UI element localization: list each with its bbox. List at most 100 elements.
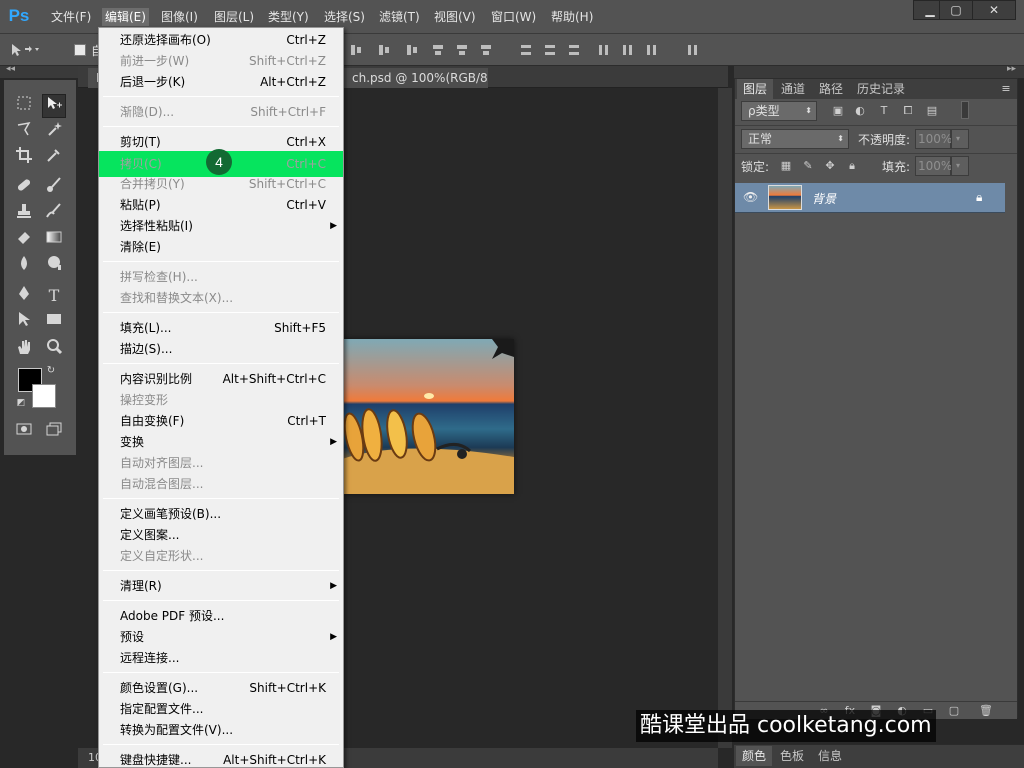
- tab-paths[interactable]: 路径: [813, 79, 849, 99]
- type-tool-icon[interactable]: T: [42, 284, 66, 308]
- screen-mode-icon[interactable]: [42, 420, 66, 444]
- brush-tool-icon[interactable]: [42, 176, 66, 200]
- fill-label: 填充:: [882, 160, 911, 174]
- lock-transparent-pixels-icon[interactable]: ▦: [779, 159, 793, 173]
- filter-type-icon[interactable]: T: [877, 104, 891, 118]
- dodge-tool-icon[interactable]: [42, 254, 66, 278]
- menu-layer[interactable]: 图层(L): [211, 8, 257, 26]
- menu-item-presets[interactable]: 预设 ▶: [99, 627, 343, 648]
- move-tool-preset-icon[interactable]: [8, 42, 48, 58]
- menu-item-fill[interactable]: 填充(L)... Shift+F5: [99, 318, 343, 339]
- layer-row-background[interactable]: 👁︎ 背景 🔒︎: [735, 183, 1005, 213]
- opacity-input[interactable]: 100%: [915, 129, 952, 149]
- menu-item-keyboard-shortcuts[interactable]: 键盘快捷键... Alt+Shift+Ctrl+K: [99, 750, 343, 768]
- menu-item-content-aware-scale[interactable]: 内容识别比例 Alt+Shift+Ctrl+C: [99, 369, 343, 390]
- menu-image[interactable]: 图像(I): [158, 8, 201, 26]
- magic-wand-tool-icon[interactable]: [42, 120, 66, 144]
- blur-tool-icon[interactable]: [12, 254, 36, 278]
- menu-filter[interactable]: 滤镜(T): [376, 8, 423, 26]
- lock-image-pixels-icon[interactable]: ✎: [801, 159, 815, 173]
- layer-name[interactable]: 背景: [812, 190, 836, 207]
- maximize-button[interactable]: ▢: [939, 0, 973, 20]
- clone-stamp-tool-icon[interactable]: [12, 202, 36, 226]
- filter-pixel-icon[interactable]: ▣: [831, 104, 845, 118]
- marquee-tool-icon[interactable]: [12, 94, 36, 118]
- background-color-swatch[interactable]: [32, 384, 56, 408]
- menu-item-free-transform[interactable]: 自由变换(F) Ctrl+T: [99, 411, 343, 432]
- eraser-tool-icon[interactable]: [12, 228, 36, 252]
- opacity-dropdown-arrow-icon[interactable]: ▾: [951, 129, 969, 149]
- menu-window[interactable]: 窗口(W): [488, 8, 539, 26]
- panel-menu-icon[interactable]: ≡: [999, 82, 1013, 96]
- menu-item-transform[interactable]: 变换 ▶: [99, 432, 343, 453]
- align-distribute-icons[interactable]: [345, 42, 720, 58]
- tab-layers[interactable]: 图层: [737, 79, 774, 99]
- tab-channels[interactable]: 通道: [775, 79, 811, 99]
- rectangle-tool-icon[interactable]: [42, 310, 66, 334]
- swap-colors-icon[interactable]: ↻: [44, 364, 58, 378]
- tools-collapse-bar[interactable]: ◂◂: [0, 64, 78, 78]
- move-tool-icon[interactable]: [42, 94, 66, 118]
- filter-adjustment-icon[interactable]: ◐: [853, 104, 867, 118]
- menu-help[interactable]: 帮助(H): [548, 8, 596, 26]
- photoshop-logo: Ps: [8, 6, 30, 25]
- blend-mode-dropdown[interactable]: 正常 ⬍: [741, 129, 849, 149]
- menu-item-color-settings[interactable]: 颜色设置(G)... Shift+Ctrl+K: [99, 678, 343, 699]
- quick-mask-icon[interactable]: [12, 420, 36, 444]
- fill-input[interactable]: 100%: [915, 156, 952, 176]
- menu-item-paste-special[interactable]: 选择性粘贴(I) ▶: [99, 216, 343, 237]
- gradient-tool-icon[interactable]: [42, 228, 66, 252]
- menu-item-stroke[interactable]: 描边(S)...: [99, 339, 343, 360]
- filter-shape-icon[interactable]: ⧠: [901, 104, 915, 118]
- tab-swatches[interactable]: 色板: [774, 746, 810, 766]
- filter-toggle[interactable]: [961, 101, 969, 119]
- default-colors-icon[interactable]: ◩: [14, 396, 28, 410]
- menu-item-define-brush[interactable]: 定义画笔预设(B)...: [99, 504, 343, 525]
- panels-collapse-bar[interactable]: ▸▸: [734, 64, 1024, 78]
- menu-item-purge[interactable]: 清理(R) ▶: [99, 576, 343, 597]
- menu-view[interactable]: 视图(V): [431, 8, 479, 26]
- menu-item-undo[interactable]: 还原选择画布(O) Ctrl+Z: [99, 30, 343, 51]
- menu-item-step-backward[interactable]: 后退一步(K) Alt+Ctrl+Z: [99, 72, 343, 93]
- menu-separator: [103, 600, 339, 601]
- lock-position-icon[interactable]: ✥: [823, 159, 837, 173]
- eyedropper-tool-icon[interactable]: [42, 146, 66, 170]
- filter-smart-object-icon[interactable]: ▤: [925, 104, 939, 118]
- lasso-tool-icon[interactable]: [12, 120, 36, 144]
- menu-item-clear[interactable]: 清除(E): [99, 237, 343, 258]
- lock-all-icon[interactable]: 🔒︎: [845, 159, 859, 173]
- menu-type[interactable]: 类型(Y): [265, 8, 312, 26]
- hand-tool-icon[interactable]: [12, 338, 36, 362]
- auto-select-checkbox[interactable]: [74, 44, 86, 56]
- tab-history[interactable]: 历史记录: [851, 79, 911, 99]
- path-selection-tool-icon[interactable]: [12, 310, 36, 334]
- submenu-arrow-icon: ▶: [330, 581, 337, 591]
- menu-item-copy-merged: 合并拷贝(Y) Shift+Ctrl+C: [120, 177, 326, 191]
- menu-item-define-pattern[interactable]: 定义图案...: [99, 525, 343, 546]
- layer-visibility-eye-icon[interactable]: 👁︎: [743, 190, 758, 204]
- new-layer-icon[interactable]: ▢: [947, 704, 961, 718]
- crop-tool-icon[interactable]: [12, 146, 36, 170]
- close-window-button[interactable]: ✕: [972, 0, 1016, 20]
- healing-brush-tool-icon[interactable]: [12, 176, 36, 200]
- fill-dropdown-arrow-icon[interactable]: ▾: [951, 156, 969, 176]
- delete-layer-icon[interactable]: 🗑︎: [979, 704, 993, 718]
- menu-item-pdf-presets[interactable]: Adobe PDF 预设...: [99, 606, 343, 627]
- tab-info[interactable]: 信息: [812, 746, 848, 766]
- submenu-arrow-icon: ▶: [330, 221, 337, 231]
- zoom-tool-icon[interactable]: [42, 338, 66, 362]
- tab-color[interactable]: 颜色: [736, 746, 773, 766]
- menu-item-paste[interactable]: 粘贴(P) Ctrl+V: [99, 195, 343, 216]
- menu-separator: [103, 498, 339, 499]
- menu-item-assign-profile[interactable]: 指定配置文件...: [99, 699, 343, 720]
- menu-file[interactable]: 文件(F): [48, 8, 94, 26]
- history-brush-tool-icon[interactable]: [42, 202, 66, 226]
- menu-item-convert-profile[interactable]: 转换为配置文件(V)...: [99, 720, 343, 741]
- menu-item-fade: 渐隐(D)... Shift+Ctrl+F: [120, 105, 326, 119]
- vertical-scrollbar[interactable]: [718, 88, 732, 748]
- pen-tool-icon[interactable]: [12, 284, 36, 308]
- menu-select[interactable]: 选择(S): [321, 8, 368, 26]
- menu-edit[interactable]: 编辑(E): [102, 8, 149, 26]
- menu-item-remote-connections[interactable]: 远程连接...: [99, 648, 343, 669]
- layer-filter-dropdown[interactable]: ρ类型 ⬍: [741, 101, 817, 121]
